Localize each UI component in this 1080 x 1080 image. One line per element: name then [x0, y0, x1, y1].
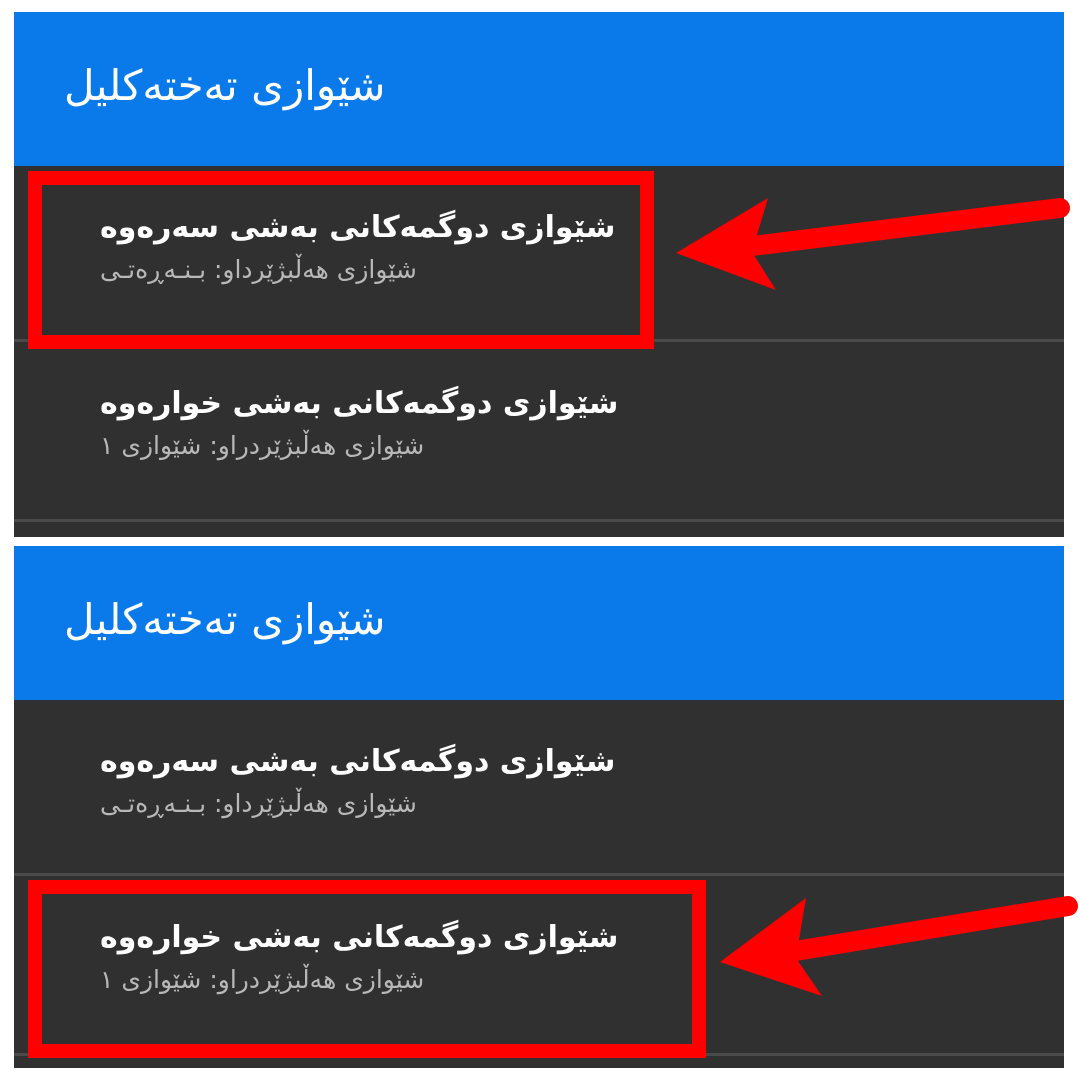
setting-text: شێوازی دوگمەکانی بەشی خوارەوە شێوازی هەڵ… [100, 382, 620, 466]
setting-title: شێوازی دوگمەکانی بەشی سەرەوە [100, 210, 616, 245]
setting-title: شێوازی دوگمەکانی بەشی خوارەوە [100, 920, 619, 955]
setting-bottom-keys-style[interactable]: شێوازی دوگمەکانی بەشی خوارەوە شێوازی هەڵ… [14, 342, 1064, 522]
setting-title: شێوازی دوگمەکانی بەشی سەرەوە [100, 744, 616, 779]
page-title: شێوازی تەختەکلیل [64, 595, 386, 644]
screenshot-bottom: شێوازی تەختەکلیل شێوازی دوگمەکانی بەشی س… [14, 546, 1064, 1068]
page-title: شێوازی تەختەکلیل [64, 61, 386, 110]
screenshot-top: شێوازی تەختەکلیل شێوازی دوگمەکانی بەشی س… [14, 12, 1064, 537]
setting-text: شێوازی دوگمەکانی بەشی خوارەوە شێوازی هەڵ… [100, 916, 620, 1000]
setting-top-keys-style[interactable]: شێوازی دوگمەکانی بەشی سەرەوە شێوازی هەڵب… [14, 700, 1064, 876]
setting-summary: شێوازی هەڵبژێردراو: شێوازی ١ [100, 965, 425, 994]
setting-text: شێوازی دوگمەکانی بەشی سەرەوە شێوازی هەڵب… [100, 206, 620, 290]
setting-text: شێوازی دوگمەکانی بەشی سەرەوە شێوازی هەڵب… [100, 740, 620, 824]
setting-summary: شێوازی هەڵبژێرداو: بـنـەڕەتـی [100, 789, 417, 818]
settings-list: شێوازی دوگمەکانی بەشی سەرەوە شێوازی هەڵب… [14, 700, 1064, 1056]
setting-title: شێوازی دوگمەکانی بەشی خوارەوە [100, 386, 619, 421]
app-bar: شێوازی تەختەکلیل [14, 12, 1064, 166]
setting-bottom-keys-style[interactable]: شێوازی دوگمەکانی بەشی خوارەوە شێوازی هەڵ… [14, 876, 1064, 1056]
setting-summary: شێوازی هەڵبژێردراو: شێوازی ١ [100, 431, 425, 460]
settings-list: شێوازی دوگمەکانی بەشی سەرەوە شێوازی هەڵب… [14, 166, 1064, 522]
setting-summary: شێوازی هەڵبژێرداو: بـنـەڕەتـی [100, 255, 417, 284]
app-bar: شێوازی تەختەکلیل [14, 546, 1064, 700]
setting-top-keys-style[interactable]: شێوازی دوگمەکانی بەشی سەرەوە شێوازی هەڵب… [14, 166, 1064, 342]
